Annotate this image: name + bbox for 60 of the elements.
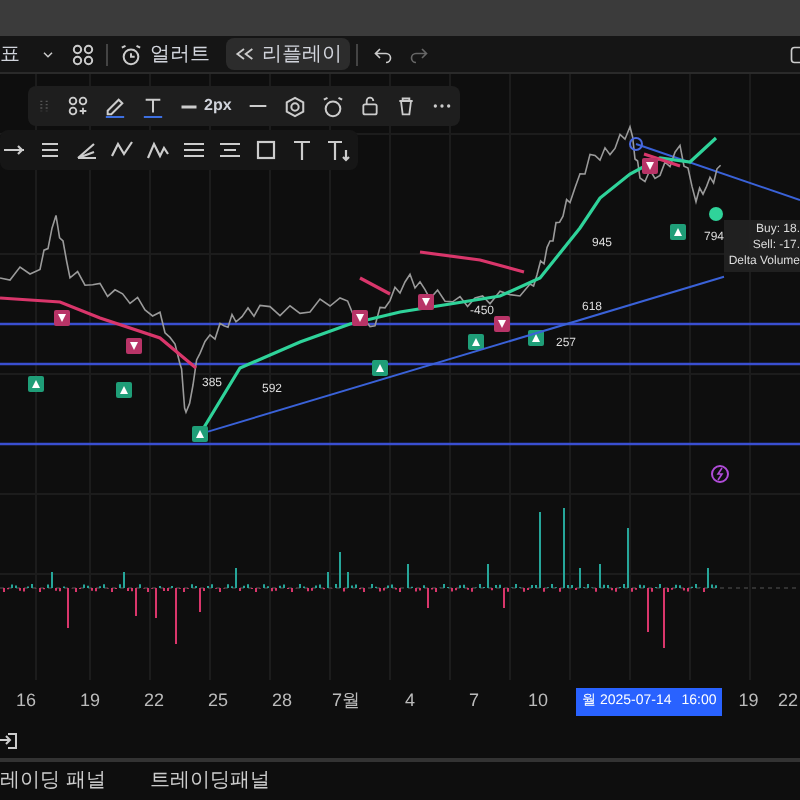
redo-icon[interactable] (410, 45, 428, 63)
sell-signal-icon (126, 338, 142, 354)
alarm-clock-icon[interactable] (321, 95, 344, 117)
undo-icon[interactable] (374, 45, 392, 63)
sell-signal-icon (642, 158, 658, 174)
sell-signal-icon (54, 310, 70, 326)
axis-label: 19 (738, 688, 759, 715)
parallel-lines-icon[interactable] (38, 138, 62, 162)
horizontal-line[interactable] (0, 362, 800, 366)
axis-label: 19 (79, 688, 100, 715)
buy-signal-icon (28, 376, 44, 392)
trash-icon[interactable] (395, 96, 416, 116)
buy-signal-icon (116, 382, 132, 398)
angle-lines-icon[interactable] (74, 138, 98, 162)
axis-label: 28 (271, 688, 292, 715)
settings-icon[interactable] (283, 95, 306, 117)
sell-signal-icon (494, 316, 510, 332)
pencil-icon[interactable] (104, 95, 126, 117)
drag-handle-icon[interactable] (36, 98, 52, 114)
line-width-button[interactable]: 2px (180, 94, 232, 118)
axis-label: 7월 (331, 688, 360, 715)
chevron-down-icon[interactable] (40, 46, 56, 62)
text-size-icon[interactable] (326, 138, 350, 162)
lock-icon[interactable] (359, 96, 380, 116)
toolbar-label[interactable]: 표 (0, 39, 20, 69)
trend-line[interactable] (635, 143, 800, 201)
rectangle-icon[interactable] (254, 138, 278, 162)
panel-tab[interactable]: 레이딩 패널 (0, 765, 106, 795)
horizontal-line[interactable] (0, 322, 800, 326)
range-icon[interactable] (218, 138, 242, 162)
text-icon[interactable] (290, 138, 314, 162)
axis-label: 25 (207, 688, 228, 715)
shapes-icon[interactable] (68, 96, 88, 116)
buy-signal-icon (372, 360, 388, 376)
buy-signal-icon (670, 224, 686, 240)
signal-dot (709, 207, 723, 221)
axis-label: 10 (527, 688, 548, 715)
channel-icon[interactable] (182, 138, 206, 162)
alarm-clock-icon[interactable] (120, 43, 142, 65)
axis-label: 22 (143, 688, 164, 715)
buy-signal-icon (192, 426, 208, 442)
axis-label: 7 (468, 688, 479, 715)
screen-share-icon[interactable] (0, 732, 18, 750)
axis-label: 4 (404, 688, 415, 715)
grid-icon[interactable] (72, 43, 94, 65)
anchor-point[interactable] (629, 137, 643, 151)
horizontal-line[interactable] (0, 442, 800, 446)
zigzag-icon[interactable] (110, 138, 134, 162)
panel-tab[interactable]: 트레이딩패널 (149, 765, 270, 795)
axis-label: 22 (777, 688, 798, 715)
lightning-icon[interactable] (711, 465, 729, 483)
text-icon[interactable] (142, 95, 164, 117)
buy-signal-icon (468, 334, 484, 350)
replay-button[interactable]: 리플레이 (226, 38, 350, 70)
sell-signal-icon (418, 294, 434, 310)
axis-label: 16 (15, 688, 36, 715)
alert-button[interactable]: 얼러트 (120, 39, 210, 69)
sell-signal-icon (352, 310, 368, 326)
rewind-icon[interactable] (234, 44, 254, 64)
zigzag-icon[interactable] (146, 138, 170, 162)
